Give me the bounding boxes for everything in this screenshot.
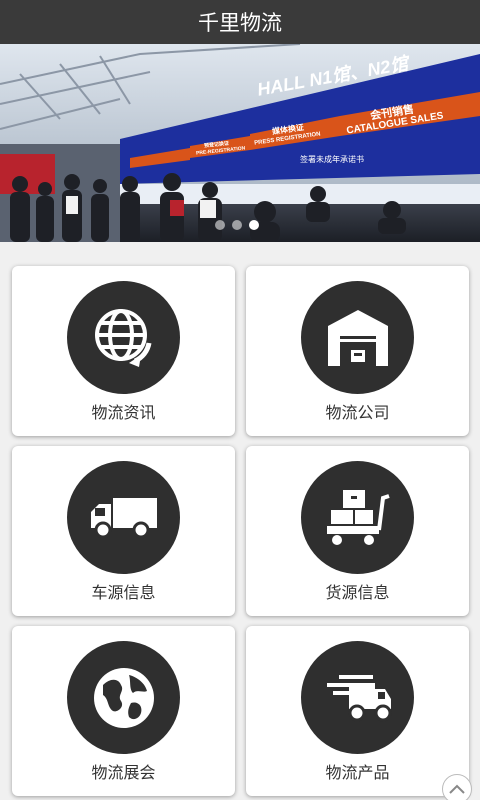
banner-counter-sign: 签署未成年承诺书 (300, 155, 364, 164)
menu-label: 货源信息 (325, 583, 390, 602)
cargo-cart-icon (301, 461, 414, 574)
banner-carousel[interactable]: HALL N1馆、N2馆 会刊销售 CATALOGUE SALES 媒体换证 P… (0, 44, 480, 242)
menu-grid: 物流资讯 物流公司 车源信息 货源信息 物流展会 物流产品 (0, 242, 480, 800)
carousel-indicators (215, 220, 259, 230)
menu-card-cargo-info[interactable]: 货源信息 (246, 446, 469, 616)
app-title: 千里物流 (198, 11, 282, 35)
menu-label: 车源信息 (91, 583, 156, 602)
menu-card-vehicle-info[interactable]: 车源信息 (12, 446, 235, 616)
warehouse-icon (301, 281, 414, 394)
earth-icon (67, 641, 180, 754)
menu-card-logistics-companies[interactable]: 物流公司 (246, 266, 469, 436)
menu-label: 物流产品 (325, 763, 390, 782)
menu-card-logistics-news[interactable]: 物流资讯 (12, 266, 235, 436)
menu-card-logistics-expo[interactable]: 物流展会 (12, 626, 235, 796)
scroll-to-top-button[interactable] (442, 774, 472, 800)
menu-card-logistics-products[interactable]: 物流产品 (246, 626, 469, 796)
fast-delivery-icon (301, 641, 414, 754)
globe-refresh-icon (67, 281, 180, 394)
carousel-dot-active[interactable] (249, 220, 259, 230)
chevron-up-icon (449, 784, 465, 794)
menu-label: 物流公司 (325, 403, 390, 422)
truck-icon (67, 461, 180, 574)
menu-label: 物流资讯 (91, 403, 156, 422)
carousel-dot[interactable] (232, 220, 242, 230)
app-header: 千里物流 (0, 0, 480, 44)
menu-label: 物流展会 (91, 763, 156, 782)
carousel-dot[interactable] (215, 220, 225, 230)
